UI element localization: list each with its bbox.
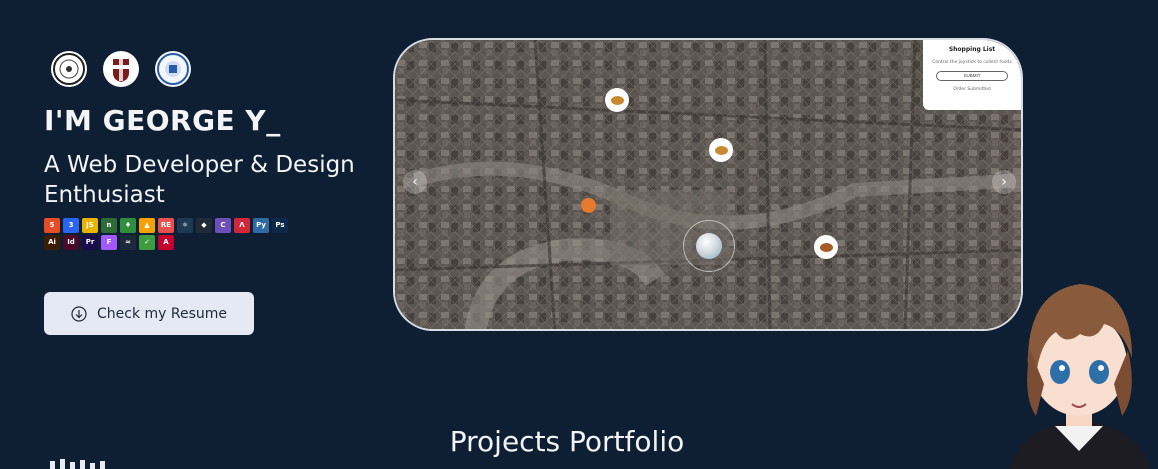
rescript-icon: RE	[158, 218, 174, 233]
chicken-icon	[819, 242, 833, 252]
figma-icon: F	[101, 235, 117, 250]
partial-content-icon	[50, 459, 105, 469]
food-item[interactable]	[709, 138, 733, 162]
angular-icon: A	[158, 235, 174, 250]
premiere-icon: Pr	[82, 235, 98, 250]
css3-icon: 3	[63, 218, 79, 233]
food-item[interactable]	[605, 88, 629, 112]
mongodb-icon: ♦	[120, 218, 136, 233]
nestjs-icon: Λ	[234, 218, 250, 233]
hero-subheadline: A Web Developer & Design Enthusiast	[44, 152, 355, 208]
resume-button-label: Check my Resume	[96, 305, 228, 322]
react-icon: ⚛	[177, 218, 193, 233]
vtuber-avatar	[1010, 284, 1150, 469]
spline-icon: ≈	[120, 235, 136, 250]
javascript-icon: JS	[82, 218, 98, 233]
shopping-list-description: Control the joystick to collect foods	[932, 60, 1012, 65]
hero-headline: I'M GEORGE Y_	[44, 104, 281, 137]
download-circle-icon	[71, 305, 87, 322]
nav-prev-button[interactable]: ‹	[403, 170, 427, 194]
firebase-icon: ▲	[139, 218, 155, 233]
unity-icon: ◆	[196, 218, 212, 233]
nodejs-icon: n	[101, 218, 117, 233]
photoshop-icon: Ps	[272, 218, 288, 233]
submit-button[interactable]: SUBMIT	[936, 71, 1008, 81]
shopping-list-panel: Shopping List Control the joystick to co…	[923, 40, 1021, 110]
html5-icon: 5	[44, 218, 60, 233]
burger-icon	[714, 145, 728, 155]
order-status: Order Submitted	[953, 87, 991, 92]
shopping-list-title: Shopping List	[948, 46, 996, 53]
check-resume-button[interactable]: Check my Resume	[44, 292, 254, 335]
brown-crest-icon	[102, 50, 140, 88]
player-ball[interactable]	[683, 220, 735, 272]
food-item[interactable]	[814, 235, 838, 259]
school-seal-icon	[154, 50, 192, 88]
python-icon: Py	[253, 218, 269, 233]
c-icon: C	[215, 218, 231, 233]
bread-icon	[610, 95, 624, 105]
illustrator-icon: Ai	[44, 235, 60, 250]
school-logos	[50, 50, 192, 88]
nav-next-button[interactable]: ›	[992, 170, 1016, 194]
indesign-icon: Id	[63, 235, 79, 250]
risd-seal-icon	[50, 50, 88, 88]
cart-icon[interactable]	[581, 198, 596, 213]
projects-title: Projects Portfolio	[449, 425, 685, 458]
ball-icon	[696, 233, 722, 259]
game-canvas[interactable]: ‹ › Shopping List Control the joystick t…	[393, 38, 1023, 331]
vim-icon: ✓	[139, 235, 155, 250]
skill-icons: 5 3 JS n ♦ ▲ RE ⚛ ◆ C Λ Py Ps Ai Id Pr F ≈ ✓ A	[44, 218, 304, 250]
